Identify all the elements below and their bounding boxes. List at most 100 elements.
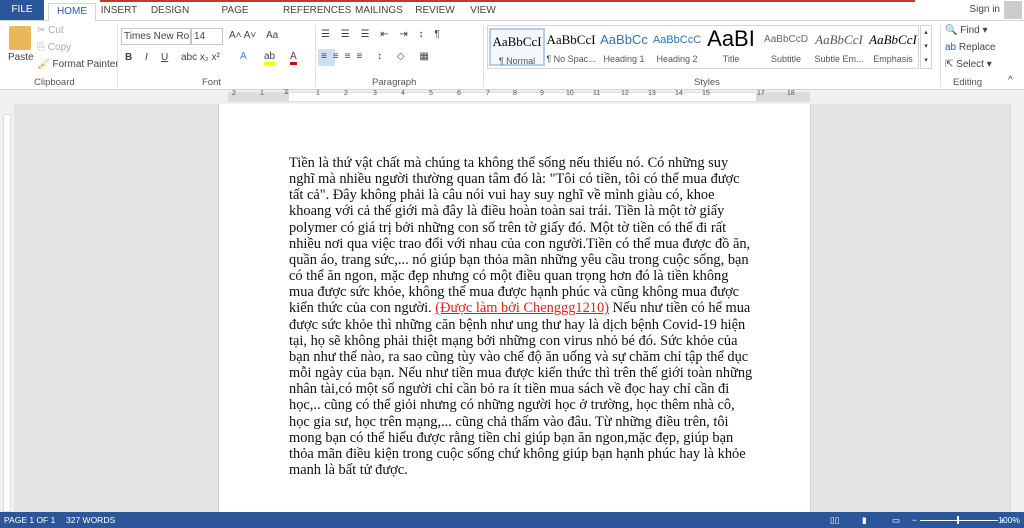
highlight-button[interactable]: ab [264,51,276,65]
collapse-ribbon-button[interactable]: ^ [1008,75,1013,86]
text-line: kiến thức của con người. (Được làm bởi C… [289,300,752,316]
find-label: Find [960,25,980,36]
style-subtitle[interactable]: AaBbCcD Subtitle [758,28,814,66]
tab-home[interactable]: HOME [48,3,96,22]
style-title[interactable]: AaBI Title [703,28,759,66]
style-preview: AaBbCcC [652,34,702,46]
zoom-slider-thumb[interactable] [957,516,959,524]
zoom-out-button[interactable]: − [912,512,917,528]
italic-button[interactable]: I [145,52,148,63]
text-line: nhân tài,có một số người chỉ cần bỏ ra í… [289,381,730,398]
zoom-level[interactable]: 100% [998,512,1020,528]
print-layout-icon[interactable]: ▮ [862,512,867,528]
format-painter-label: Format Painter [52,59,119,70]
tab-references[interactable]: REFERENCES [283,3,351,21]
editing-group-label: Editing [953,77,983,88]
divider [117,25,118,87]
format-painter-button[interactable]: 🖌 Format Painter [37,59,119,70]
word-count[interactable]: 327 WORDS [66,512,115,528]
grow-font-button[interactable]: A˄ A˅ [229,30,256,41]
list-buttons[interactable]: ☰ ☰ ☰ ⇤ ⇥ ↕ ¶ [321,29,444,40]
style-name: Emphasis [873,54,913,64]
text-line: Tiền là thứ vật chất mà chúng ta không t… [289,155,729,171]
font-size-select[interactable]: 14 [191,28,223,45]
underline-button[interactable]: U [161,52,168,63]
ribbon: Paste ✂ Cut ⎘ Copy 🖌 Format Painter Clip… [0,21,1024,90]
cut-button[interactable]: ✂ Cut [37,25,64,36]
text-line: học,.. cũng có thể giỏi nhưng có những n… [289,397,735,414]
styles-group-label: Styles [694,77,720,88]
paste-button[interactable]: Paste [8,52,34,63]
divider [315,25,316,87]
ruler-number: 15 [702,90,710,97]
avatar[interactable] [1004,1,1022,19]
ruler-number: 1 [260,90,264,97]
style-preview: AaBbCcI [546,32,596,47]
status-bar: PAGE 1 OF 1 327 WORDS ▯▯ ▮ ▭ − + 100% [0,512,1024,528]
vertical-scrollbar[interactable] [1010,104,1024,512]
tab-mailings[interactable]: MAILINGS [355,3,403,21]
horizontal-ruler[interactable]: 2 1 ⧖ 1 2 3 4 5 6 7 8 9 10 11 12 13 14 1… [0,89,1024,104]
style-heading-2[interactable]: AaBbCcC Heading 2 [649,28,705,66]
text-segment: Nếu như tiền có hể mua [609,300,751,317]
style-no-spacing[interactable]: AaBbCcI ¶ No Spac... [543,28,599,66]
style-normal[interactable]: AaBbCcI ¶ Normal [489,28,545,66]
text-line: nhiều nơi qua việc trao đổi với nhau của… [289,235,751,252]
copy-button[interactable]: ⎘ Copy [37,42,71,53]
credit-text[interactable]: (Được làm bởi Chenggg1210) [435,300,609,316]
style-preview: AaBbCcI [815,32,863,47]
tab-insert[interactable]: INSERT [100,3,138,21]
clipboard-group-label: Clipboard [34,77,75,88]
left-margin [229,93,289,101]
title-accent [100,0,915,2]
ruler-number: 2 [232,90,236,97]
style-name: Heading 1 [603,54,645,64]
font-group-label: Font [202,77,222,88]
styles-scroll[interactable]: ▴ ▾ ▾ [920,25,932,69]
binoculars-icon: 🔍 [945,25,958,36]
tab-file[interactable]: FILE [0,0,44,20]
change-case-button[interactable]: Aa [266,30,278,41]
text-line: có thể ăn ngon, mặc đẹp nhưng có một điề… [289,268,729,285]
page-count[interactable]: PAGE 1 OF 1 [4,512,55,528]
style-emphasis[interactable]: AaBbCcI Emphasis [865,28,921,66]
align-buttons[interactable]: ≡≡≡≡ ↕ ◇ ▦ [321,51,435,62]
replace-icon: ab [945,42,957,53]
font-name-select[interactable]: Times New Ro [121,28,191,45]
select-label: Select [956,59,984,70]
ribbon-tabs: FILE HOME INSERT DESIGN PAGE LAYOUT REFE… [0,0,1024,31]
tab-design[interactable]: DESIGN [150,3,190,21]
style-heading-1[interactable]: AaBbCc Heading 1 [596,28,652,66]
style-preview: AaBI [707,28,755,50]
tab-page-layout[interactable]: PAGE LAYOUT [203,3,267,31]
tab-view[interactable]: VIEW [468,3,498,21]
text-effects-button[interactable]: A [240,51,247,62]
web-layout-icon[interactable]: ▭ [892,512,900,528]
select-button[interactable]: ⇱ Select ▾ [945,59,992,70]
find-button[interactable]: 🔍 Find ▾ [945,25,988,36]
indent-marker[interactable]: ⧖ [284,89,289,97]
cut-label: Cut [48,25,64,36]
sign-in-link[interactable]: Sign in [969,4,1000,15]
strikethrough-button[interactable]: abc x₂ x² [181,52,220,63]
ruler-number: 11 [593,90,601,97]
style-preview: AaBbCcD [764,34,808,45]
ruler-number: 14 [675,90,683,97]
font-color-button[interactable]: A [290,51,297,65]
ruler-number: 17 [757,90,765,97]
styles-gallery: AaBbCcI ¶ Normal AaBbCcI ¶ No Spac... AaBb… [487,25,919,69]
style-name: Title [722,54,740,64]
document-body[interactable]: Tiền là thứ vật chất mà chúng ta không t… [289,155,752,478]
replace-button[interactable]: ab Replace [945,42,996,53]
bold-button[interactable]: B [125,52,132,63]
ruler-number: 7 [486,90,490,97]
style-name: Heading 2 [656,54,698,64]
text-line: quần áo, trang sức,... nó giúp bạn thỏa … [289,251,749,268]
ruler-number: 6 [457,90,461,97]
zoom-slider[interactable] [920,520,998,521]
text-line: mua được sức khỏe, không thể mua được hạ… [289,284,740,301]
style-subtle-emphasis[interactable]: AaBbCcI Subtle Em... [811,28,867,66]
read-mode-icon[interactable]: ▯▯ [830,512,839,528]
divider [940,25,941,87]
tab-review[interactable]: REVIEW [415,3,455,21]
